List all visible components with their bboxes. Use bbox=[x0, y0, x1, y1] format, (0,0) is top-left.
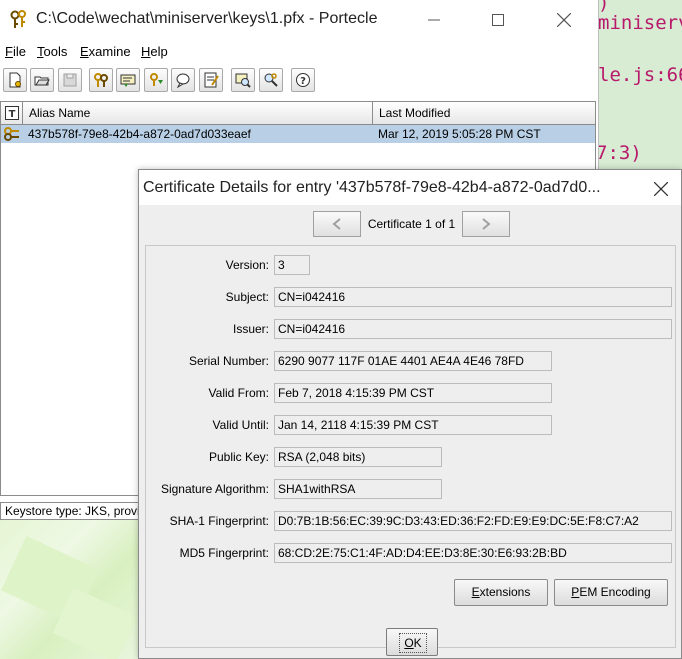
examine-certificate-button[interactable] bbox=[231, 68, 255, 92]
chevron-left-icon bbox=[332, 218, 341, 230]
keystore-report-icon bbox=[204, 72, 219, 88]
save-keystore-button[interactable] bbox=[58, 68, 82, 92]
valid-until-label: Valid Until: bbox=[212, 418, 269, 432]
maximize-icon bbox=[492, 14, 504, 26]
examine-certificate-icon bbox=[235, 73, 251, 88]
menu-tools[interactable]: Tools bbox=[37, 44, 67, 59]
import-keypair-icon bbox=[150, 73, 163, 86]
menu-file[interactable]: File bbox=[5, 44, 26, 59]
ok-button-label: OK bbox=[399, 633, 427, 653]
column-header-alias[interactable]: Alias Name bbox=[23, 102, 373, 124]
new-keystore-button[interactable] bbox=[3, 68, 27, 92]
certificate-navigation: Certificate 1 of 1 bbox=[313, 211, 510, 237]
menu-help[interactable]: Help bbox=[141, 44, 168, 59]
serial-number-field[interactable]: 6290 9077 117F 01AE 4401 AE4A 4E46 78FD bbox=[274, 351, 552, 371]
keystore-report-button[interactable] bbox=[199, 68, 223, 92]
sha1-fingerprint-label: SHA-1 Fingerprint: bbox=[169, 514, 269, 528]
signature-algorithm-label: Signature Algorithm: bbox=[160, 482, 269, 496]
type-column-icon: T bbox=[5, 106, 19, 120]
maximize-button[interactable] bbox=[486, 8, 510, 32]
md5-fingerprint-label: MD5 Fingerprint: bbox=[179, 546, 269, 560]
open-keystore-icon bbox=[34, 76, 50, 86]
extensions-button[interactable]: Extensions bbox=[454, 579, 548, 606]
code-line: miniserv bbox=[598, 12, 682, 34]
issuer-label: Issuer: bbox=[232, 322, 269, 336]
key-pair-entry-icon bbox=[4, 127, 19, 141]
issuer-field[interactable]: CN=i042416 bbox=[274, 319, 672, 339]
code-line: le.js:66 bbox=[598, 64, 682, 86]
subject-field[interactable]: CN=i042416 bbox=[274, 287, 672, 307]
menu-bar: File Tools Examine Help bbox=[0, 41, 598, 63]
certificate-details-panel: Version: 3 Subject: CN=i042416 Issuer: C… bbox=[145, 245, 676, 648]
import-trusted-cert-button[interactable] bbox=[116, 68, 140, 92]
column-header-type[interactable]: T bbox=[1, 102, 23, 124]
entry-alias: 437b578f-79e8-42b4-a872-0ad7d033eaef bbox=[28, 127, 251, 141]
window-title: C:\Code\wechat\miniserver\keys\1.pfx - P… bbox=[36, 10, 378, 27]
sha1-fingerprint-field[interactable]: D0:7B:1B:56:EC:39:9C:D3:43:ED:36:F2:FD:E… bbox=[274, 511, 672, 531]
background-desktop bbox=[0, 520, 140, 659]
subject-label: Subject: bbox=[225, 290, 269, 304]
column-header-last-modified[interactable]: Last Modified bbox=[373, 102, 595, 124]
generate-csr-icon bbox=[176, 73, 190, 88]
certificate-details-dialog: Certificate Details for entry '437b578f-… bbox=[138, 169, 682, 659]
table-row[interactable]: 437b578f-79e8-42b4-a872-0ad7d033eaef Mar… bbox=[1, 125, 595, 143]
code-line: 7:3) bbox=[598, 142, 642, 164]
minimize-button[interactable] bbox=[422, 8, 446, 32]
valid-until-field[interactable]: Jan 14, 2118 4:15:39 PM CST bbox=[274, 415, 552, 435]
close-icon bbox=[653, 181, 669, 197]
save-keystore-icon bbox=[63, 73, 77, 87]
menu-examine[interactable]: Examine bbox=[80, 44, 131, 59]
md5-fingerprint-field[interactable]: 68:CD:2E:75:C1:4F:AD:D4:EE:D3:8E:30:E6:9… bbox=[274, 543, 672, 563]
version-field[interactable]: 3 bbox=[274, 255, 310, 275]
next-certificate-button[interactable] bbox=[462, 211, 510, 237]
serial-number-label: Serial Number: bbox=[188, 354, 269, 368]
title-bar[interactable]: C:\Code\wechat\miniserver\keys\1.pfx - P… bbox=[0, 0, 598, 40]
svg-text:?: ? bbox=[300, 76, 306, 87]
help-icon: ? bbox=[296, 73, 310, 87]
examine-ssl-icon bbox=[264, 73, 278, 87]
dialog-body: Certificate 1 of 1 Version: 3 Subject: C… bbox=[139, 205, 681, 658]
pem-encoding-button[interactable]: PEM Encoding bbox=[554, 579, 668, 606]
public-key-field[interactable]: RSA (2,048 bits) bbox=[274, 447, 442, 467]
close-button[interactable] bbox=[552, 8, 576, 32]
previous-certificate-button[interactable] bbox=[313, 211, 361, 237]
version-label: Version: bbox=[225, 258, 269, 272]
minimize-icon bbox=[428, 19, 440, 21]
chevron-right-icon bbox=[482, 218, 491, 230]
certificate-position-label: Certificate 1 of 1 bbox=[367, 217, 456, 231]
open-keystore-button[interactable] bbox=[30, 68, 54, 92]
ok-button[interactable]: OK bbox=[386, 628, 438, 656]
public-key-label: Public Key: bbox=[208, 450, 269, 464]
table-header: T Alias Name Last Modified bbox=[1, 102, 595, 125]
signature-algorithm-field[interactable]: SHA1withRSA bbox=[274, 479, 442, 499]
generate-csr-button[interactable] bbox=[171, 68, 195, 92]
generate-keypair-button[interactable] bbox=[89, 68, 113, 92]
toolbar: ? bbox=[0, 66, 598, 96]
examine-ssl-button[interactable] bbox=[259, 68, 283, 92]
dialog-close-button[interactable] bbox=[649, 176, 673, 202]
status-bar: Keystore type: JKS, provi bbox=[0, 502, 140, 520]
svg-text:T: T bbox=[9, 109, 16, 120]
close-icon bbox=[556, 12, 572, 28]
new-keystore-icon bbox=[9, 72, 21, 88]
dialog-title: Certificate Details for entry '437b578f-… bbox=[143, 179, 601, 196]
valid-from-label: Valid From: bbox=[208, 386, 269, 400]
import-trusted-cert-icon bbox=[120, 74, 136, 87]
entry-last-modified: Mar 12, 2019 5:05:28 PM CST bbox=[378, 127, 541, 141]
generate-keypair-icon bbox=[94, 73, 108, 87]
valid-from-field[interactable]: Feb 7, 2018 4:15:39 PM CST bbox=[274, 383, 552, 403]
portecle-keys-icon bbox=[10, 10, 26, 28]
import-keypair-button[interactable] bbox=[144, 68, 168, 92]
help-button[interactable]: ? bbox=[291, 68, 315, 92]
